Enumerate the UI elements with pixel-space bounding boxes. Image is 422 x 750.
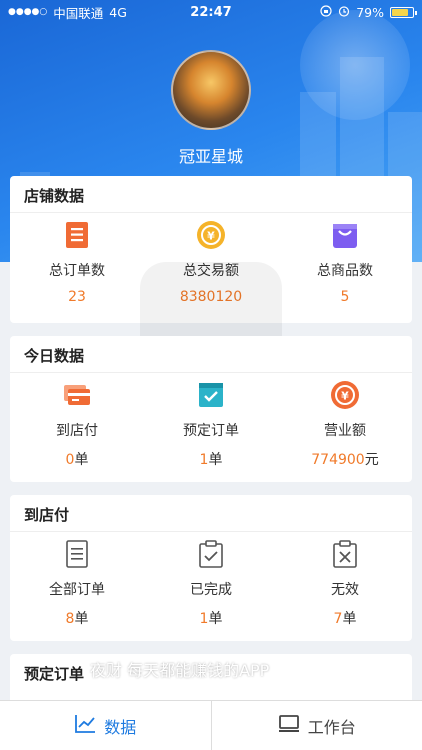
stat-value: 8单 [10,608,144,628]
svg-text:¥: ¥ [341,390,349,403]
today-data-card: 今日数据 到店付 0单 预定订单 1单 ¥ 营业额 774900元 [10,336,412,482]
stat-label: 全部订单 [49,582,105,598]
stat-label: 已完成 [190,582,232,598]
tab-label: 工作台 [307,717,356,737]
today-reservations-stat[interactable]: 预定订单 1单 [144,380,278,469]
all-orders-stat[interactable]: 全部订单 8单 [10,539,144,628]
stat-label: 总商品数 [317,263,373,279]
card-icon [62,380,92,410]
battery-percent: 79% [356,4,384,20]
card-title: 今日数据 [24,347,85,365]
chart-line-icon [74,714,96,738]
stat-value: 5 [340,289,350,305]
tab-label: 数据 [104,717,137,737]
tab-bar: 数据 工作台 [0,700,422,750]
carrier-label: 中国联通 [53,5,104,21]
stat-label: 预定订单 [183,423,239,439]
stat-value: 774900元 [278,449,412,469]
calendar-check-icon [196,380,226,410]
card-title: 到店付 [24,506,70,524]
stat-value: 0单 [10,449,144,469]
battery-icon [390,6,417,18]
stat-label: 到店付 [56,423,98,439]
divider [10,212,412,213]
divider [10,531,412,532]
rotation-lock-icon [320,4,332,20]
shop-name: 冠亚星城 [178,147,243,166]
total-products-stat[interactable]: 总商品数 5 [278,220,412,305]
stat-value: 23 [68,289,86,305]
stat-label: 无效 [331,582,359,598]
shopping-bag-icon [330,220,360,250]
stat-number: 774900 [311,452,365,468]
divider [10,372,412,373]
stat-unit: 单 [342,611,357,627]
yen-coin-icon: ¥ [330,380,360,410]
invalid-orders-stat[interactable]: 无效 7单 [278,539,412,628]
completed-orders-stat[interactable]: 已完成 1单 [144,539,278,628]
today-pay-in-store-stat[interactable]: 到店付 0单 [10,380,144,469]
stat-unit: 元 [364,452,379,468]
stat-value: 1单 [144,449,278,469]
alarm-icon [338,5,350,20]
pay-in-store-card: 到店付 全部订单 8单 已完成 1单 无效 7单 [10,495,412,641]
total-orders-stat[interactable]: 总订单数 23 [10,220,144,305]
stat-label: 营业额 [324,423,366,439]
card-title: 店铺数据 [24,187,85,205]
status-bar: ●●●●○ 中国联通 4G 22:47 79% [0,0,422,24]
clock: 22:47 [190,4,232,20]
stat-value: 7单 [278,608,412,628]
tab-data[interactable]: 数据 [0,701,211,750]
card-title: 预定订单 [24,665,85,683]
stat-value: 1单 [144,608,278,628]
svg-text:¥: ¥ [207,230,215,243]
stat-label: 总订单数 [49,263,105,279]
signal-icon: ●●●●○ [8,7,48,17]
yen-coin-icon: ¥ [196,220,226,250]
network-label: 4G [109,4,127,20]
stat-unit: 单 [208,452,223,468]
tab-workbench[interactable]: 工作台 [210,701,422,750]
stat-unit: 单 [74,611,89,627]
clipboard-check-icon [196,539,226,569]
monitor-icon [278,714,300,738]
clipboard-x-icon [330,539,360,569]
today-revenue-stat[interactable]: ¥ 营业额 774900元 [278,380,412,469]
stat-unit: 单 [74,452,89,468]
order-list-icon [62,220,92,250]
stat-unit: 单 [208,611,223,627]
document-icon [62,539,92,569]
avatar[interactable] [171,50,251,130]
promo-overlay-text: 夜财 每天都能赚钱的APP [90,661,270,680]
